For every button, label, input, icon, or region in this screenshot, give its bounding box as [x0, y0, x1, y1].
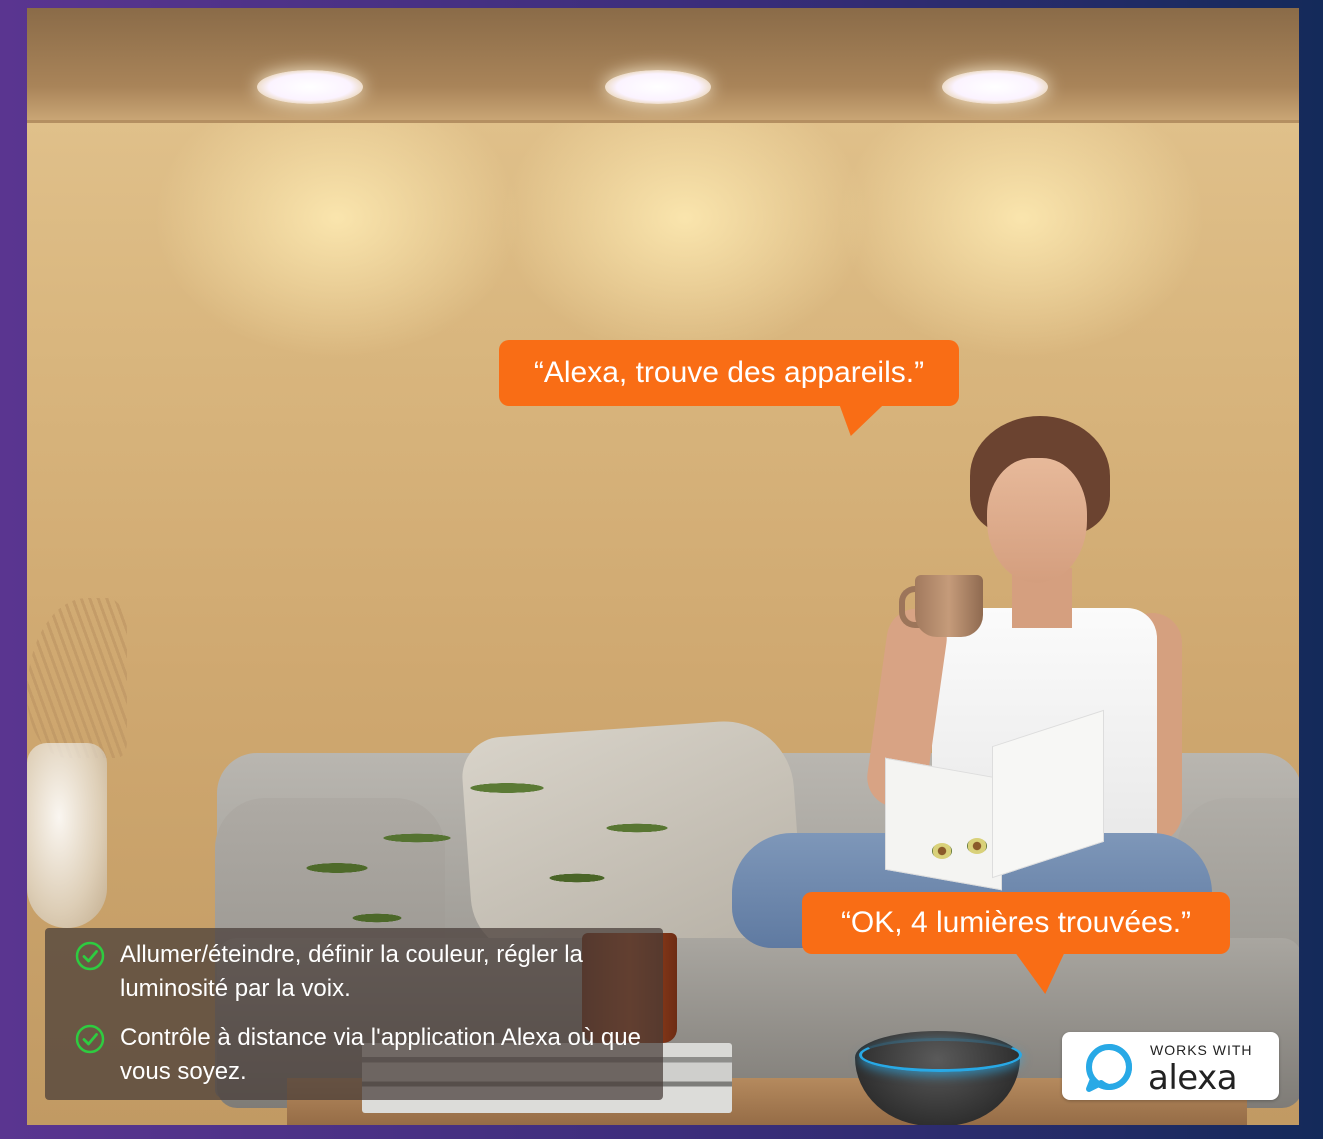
feature-item: Allumer/éteindre, définir la couleur, ré… — [75, 938, 660, 1006]
speech-bubble-request: “Alexa, trouve des appareils.” — [499, 340, 959, 406]
avocado-illustration — [932, 843, 952, 859]
feature-text: Contrôle à distance via l'application Al… — [120, 1024, 641, 1085]
feature-item: Contrôle à distance via l'application Al… — [75, 1021, 660, 1089]
pampas-grass — [27, 598, 127, 758]
glass-vase — [27, 743, 107, 928]
check-circle-icon — [75, 1024, 105, 1054]
ceiling — [27, 8, 1299, 123]
open-book-page-left — [885, 757, 1002, 891]
speech-bubble-response: “OK, 4 lumières trouvées.” — [802, 892, 1230, 954]
downlight-3 — [942, 70, 1048, 104]
echo-light-ring — [859, 1038, 1022, 1072]
downlight-2 — [605, 70, 711, 104]
downlight-1 — [257, 70, 363, 104]
alexa-ring-icon — [1086, 1044, 1132, 1092]
check-circle-icon — [75, 941, 105, 971]
feature-list: Allumer/éteindre, définir la couleur, ré… — [45, 928, 663, 1100]
works-with-alexa-badge: WORKS WITH alexa — [1062, 1032, 1279, 1100]
badge-alexa-wordmark: alexa — [1148, 1058, 1238, 1098]
woman-face — [987, 458, 1087, 583]
avocado-illustration — [967, 838, 987, 854]
badge-works-with: WORKS WITH — [1150, 1042, 1253, 1058]
speech-request-text: “Alexa, trouve des appareils.” — [533, 356, 925, 389]
mug — [915, 575, 983, 637]
feature-text: Allumer/éteindre, définir la couleur, ré… — [120, 941, 583, 1002]
houseplant — [257, 728, 697, 958]
speech-response-text: “OK, 4 lumières trouvées.” — [840, 906, 1192, 939]
